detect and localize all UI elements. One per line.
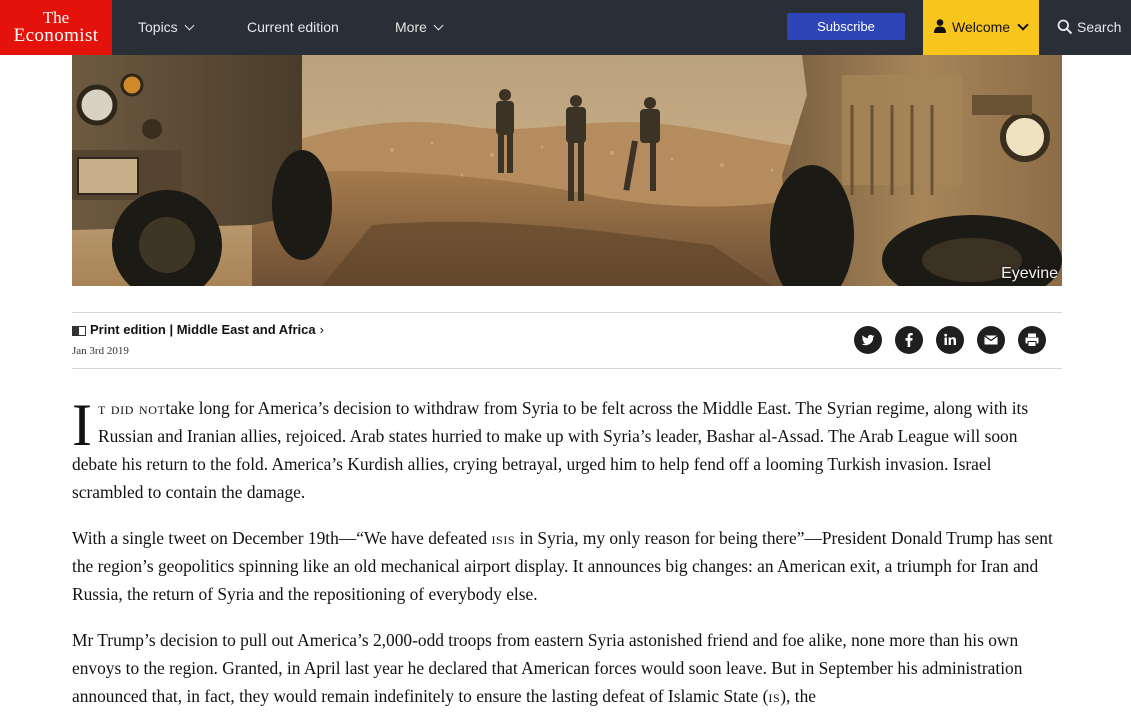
search-label: Search (1077, 19, 1122, 35)
nav-topics-label: Topics (138, 19, 178, 35)
share-facebook-button[interactable] (895, 326, 923, 354)
share-linkedin-button[interactable] (936, 326, 964, 354)
chevron-down-icon (184, 20, 195, 31)
paragraph-text: ), the (780, 686, 816, 706)
photo-credit: Eyevine (1001, 265, 1058, 282)
hero-photo: Eyevine (72, 55, 1062, 286)
welcome-label: Welcome (952, 19, 1011, 35)
section-label: Print edition | Middle East and Africa (90, 322, 316, 337)
soldiers-desert-photo (72, 55, 1062, 286)
welcome-account-menu[interactable]: Welcome (923, 0, 1039, 55)
article-paragraph: Mr Trump’s decision to pull out America’… (72, 626, 1062, 710)
article-paragraph: With a single tweet on December 19th—“We… (72, 524, 1062, 608)
print-button[interactable] (1018, 326, 1046, 354)
search-icon (1057, 19, 1073, 35)
linkedin-icon (944, 333, 956, 345)
logo-line-economist: Economist (13, 25, 99, 46)
paragraph-text: take long for America’s decision to with… (72, 398, 1029, 502)
top-navigation: The Economist Topics Current edition Mor… (0, 0, 1131, 55)
section-breadcrumb-link[interactable]: Print edition | Middle East and Africa › (90, 322, 324, 337)
economist-logo[interactable]: The Economist (0, 0, 112, 55)
article-meta-bar: Print edition | Middle East and Africa › … (72, 312, 1062, 369)
print-icon (1025, 333, 1039, 347)
paragraph-text: Mr Trump’s decision to pull out America’… (72, 630, 1023, 706)
drop-cap: I (72, 392, 92, 458)
article-body: It did nottake long for America’s decisi… (72, 394, 1062, 728)
nav-more-label: More (395, 19, 427, 35)
mail-icon (984, 335, 998, 345)
logo-line-the: The (42, 8, 70, 27)
subscribe-button[interactable]: Subscribe (787, 13, 905, 40)
share-email-button[interactable] (977, 326, 1005, 354)
article-paragraph: It did nottake long for America’s decisi… (72, 394, 1062, 506)
print-edition-icon (72, 326, 86, 336)
lead-in-smallcaps: t did not (97, 398, 166, 418)
twitter-icon (861, 334, 875, 346)
facebook-icon (905, 333, 913, 347)
acronym-isis: isis (491, 528, 516, 548)
chevron-right-icon: › (319, 322, 324, 337)
nav-current-edition-label: Current edition (247, 19, 339, 35)
nav-current-edition-link[interactable]: Current edition (247, 0, 339, 55)
publish-date: Jan 3rd 2019 (72, 345, 129, 357)
user-icon (934, 19, 946, 33)
nav-more-menu[interactable]: More (395, 0, 444, 55)
nav-topics-menu[interactable]: Topics (138, 0, 195, 55)
chevron-down-icon (433, 20, 444, 31)
chevron-down-icon (1017, 19, 1029, 31)
share-twitter-button[interactable] (854, 326, 882, 354)
paragraph-text: With a single tweet on December 19th—“We… (72, 528, 492, 548)
acronym-is: is (768, 686, 781, 706)
